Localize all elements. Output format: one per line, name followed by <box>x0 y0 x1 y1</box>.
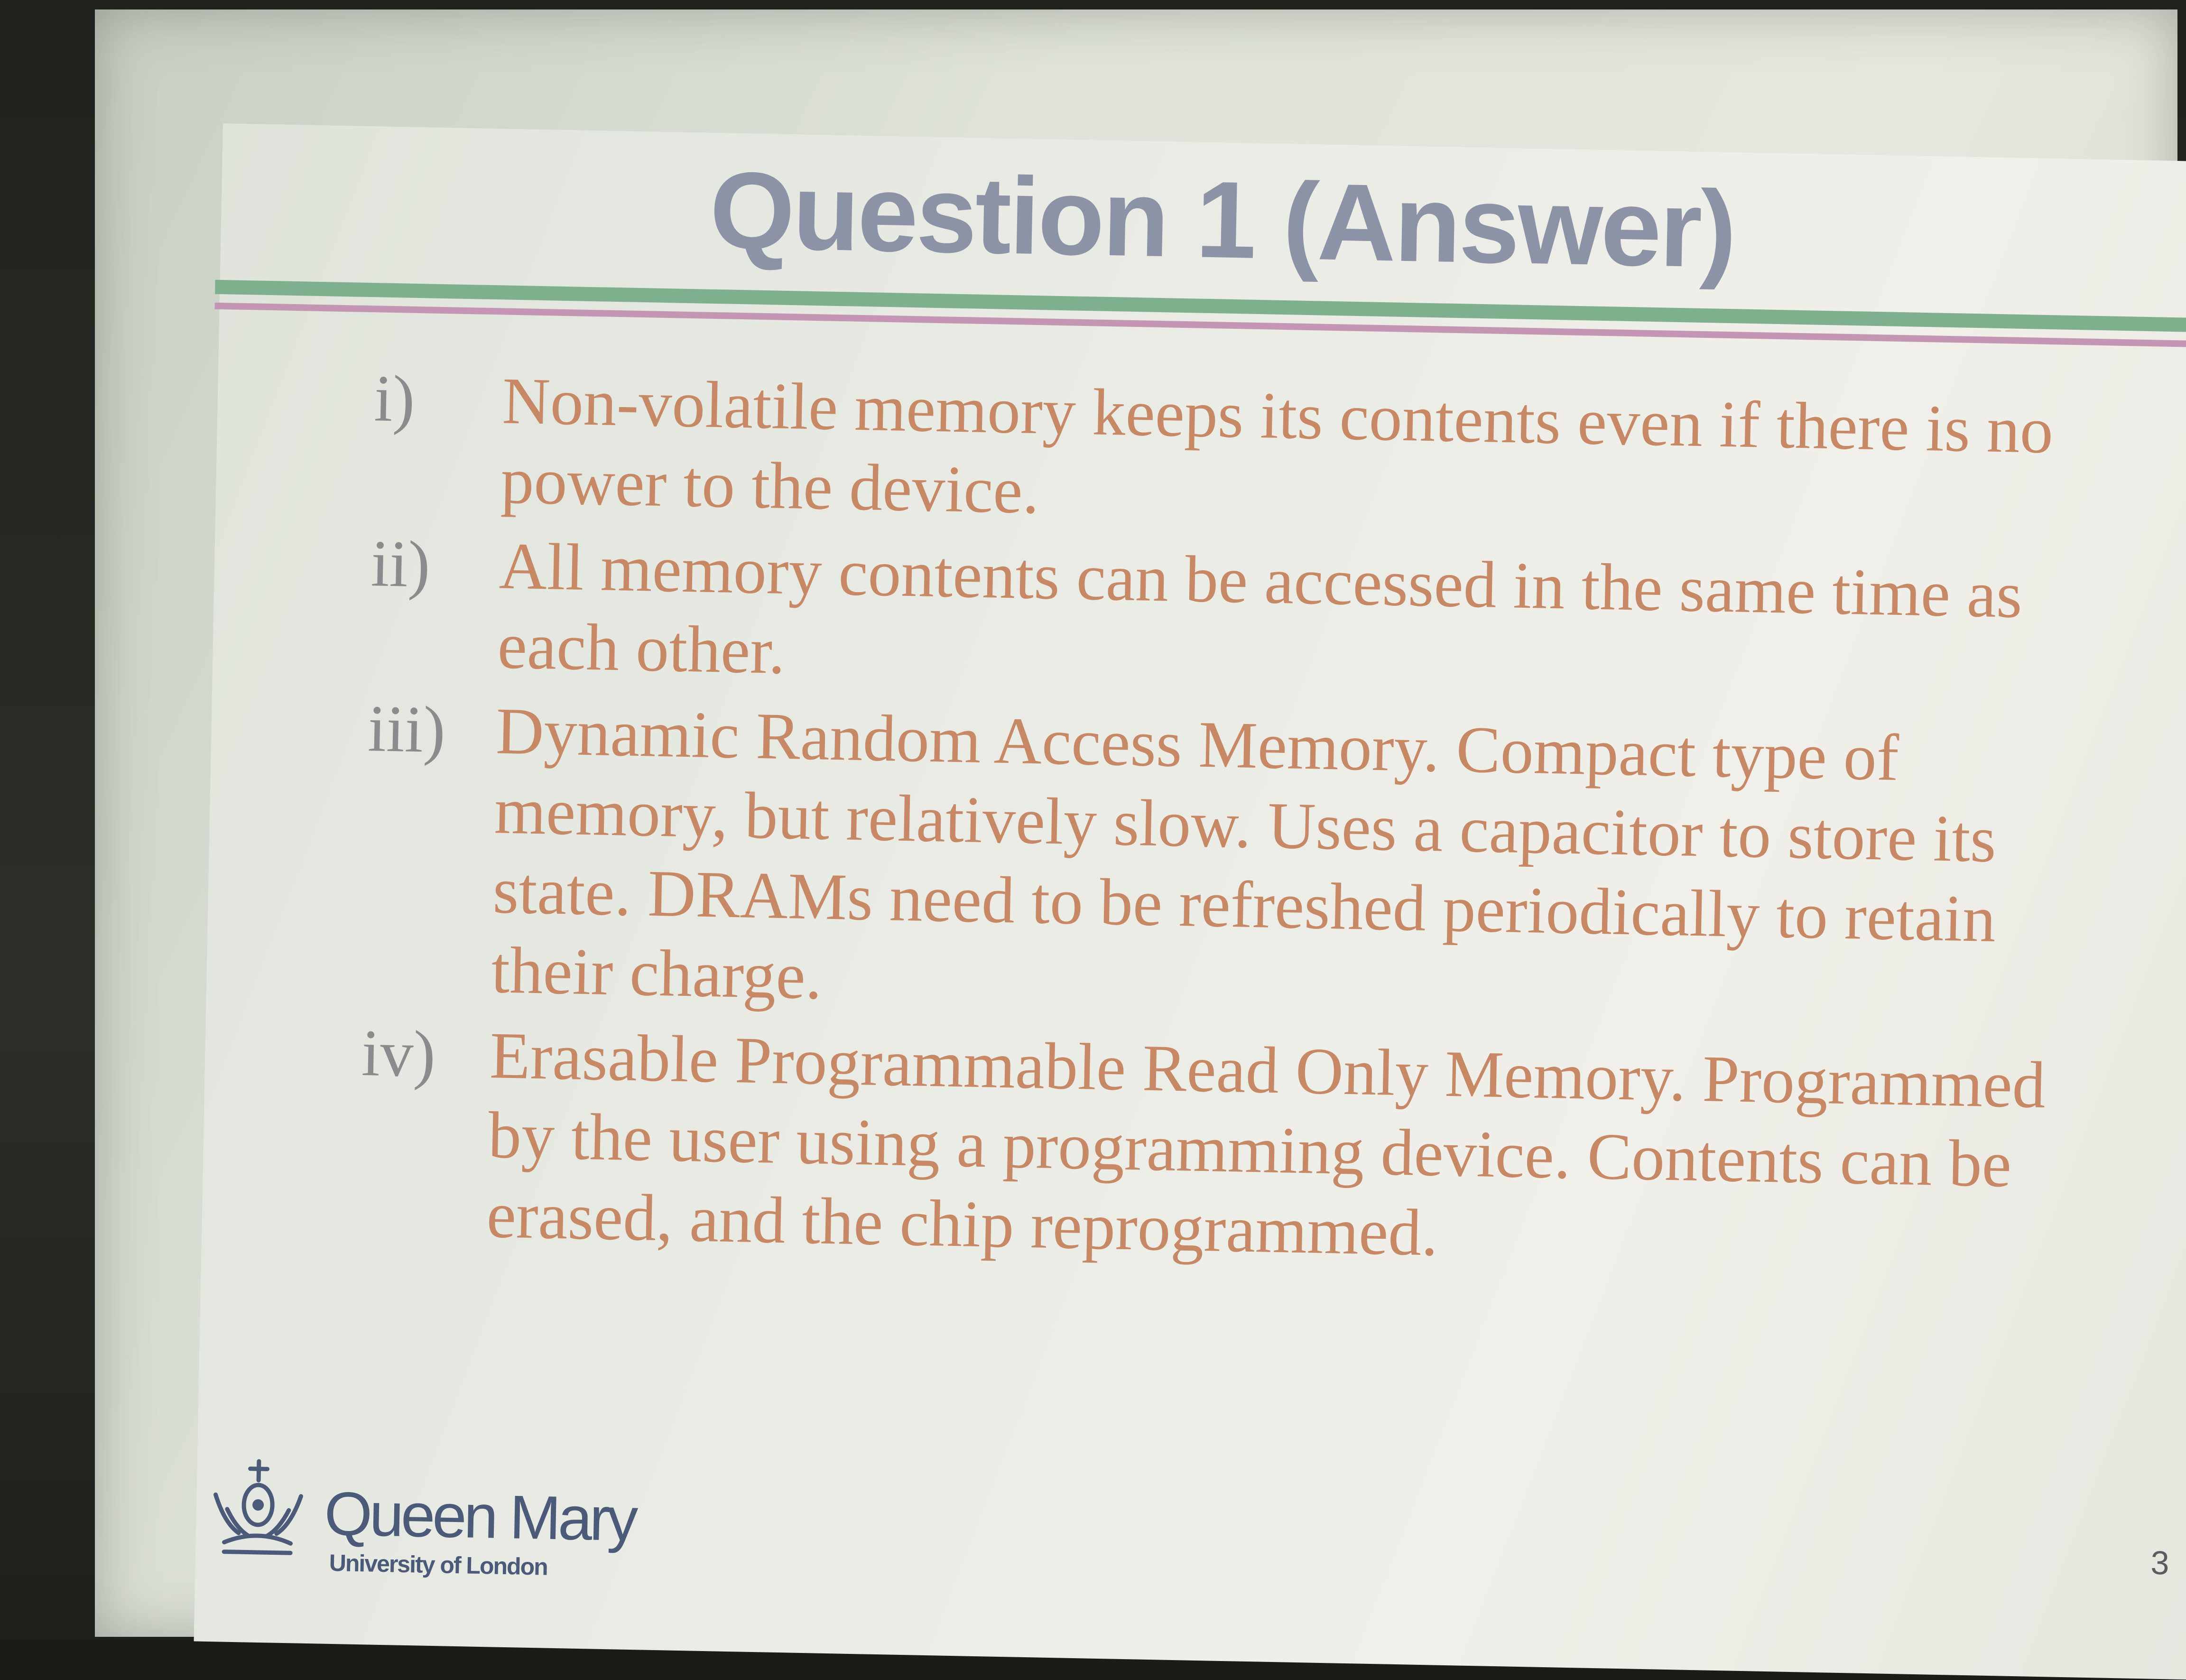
answer-list: i) Non-volatile memory keeps its content… <box>358 359 2064 1290</box>
answer-item-iv: iv) Erasable Programmable Read Only Memo… <box>358 1013 2051 1285</box>
answer-item-iii: iii) Dynamic Random Access Memory. Compa… <box>362 689 2057 1040</box>
answer-text: Non-volatile memory keeps its contents e… <box>500 364 2054 528</box>
answer-item-ii: ii) All memory contents can be accessed … <box>369 524 2060 715</box>
slide: Question 1 (Answer) i) Non-volatile memo… <box>194 123 2186 1680</box>
answer-marker: ii) <box>370 527 431 602</box>
answer-text: All memory contents can be accessed in t… <box>497 529 2023 688</box>
projection-screen: Question 1 (Answer) i) Non-volatile memo… <box>95 9 2186 1680</box>
page-number: 3 <box>2150 1544 2170 1582</box>
slide-title: Question 1 (Answer) <box>709 149 1736 291</box>
logo-subtitle: University of London <box>329 1549 548 1580</box>
room-background: Question 1 (Answer) i) Non-volatile memo… <box>0 0 2186 1680</box>
answer-text: Erasable Programmable Read Only Memory. … <box>486 1019 2047 1270</box>
answer-marker: i) <box>373 362 416 436</box>
crown-icon <box>213 1459 303 1555</box>
logo-wordmark: Queen Mary <box>324 1478 636 1554</box>
answer-marker: iv) <box>361 1016 436 1091</box>
answer-item-i: i) Non-volatile memory keeps its content… <box>372 359 2064 550</box>
answer-text: Dynamic Random Access Memory. Compact ty… <box>491 694 1997 1013</box>
answer-marker: iii) <box>367 692 446 767</box>
university-logo: Queen Mary University of London <box>204 1457 681 1589</box>
